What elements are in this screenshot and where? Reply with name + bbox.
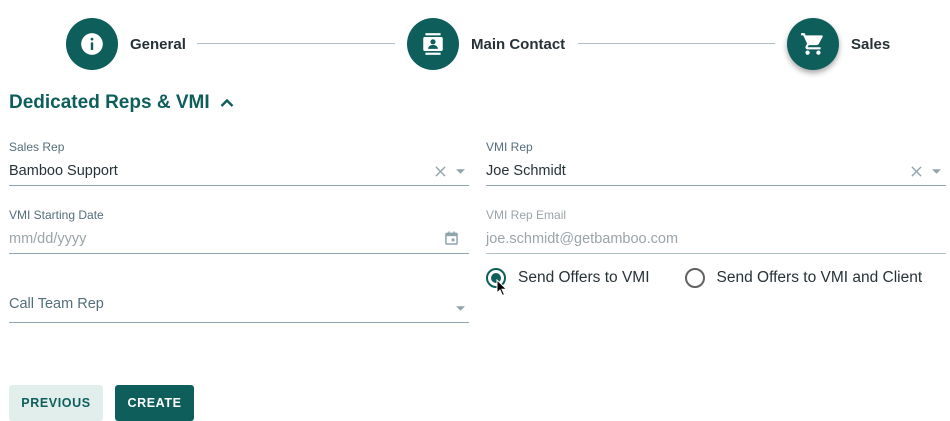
call-team-rep-placeholder: Call Team Rep: [9, 296, 104, 312]
sales-rep-value: Bamboo Support: [9, 163, 118, 179]
radio-unselected-icon[interactable]: [684, 268, 705, 288]
step-sales-label: Sales: [851, 35, 891, 53]
step-general[interactable]: General: [66, 18, 186, 70]
radio-send-offers-vmi[interactable]: Send Offers to VMI: [486, 268, 650, 288]
section-header[interactable]: Dedicated Reps & VMI: [9, 92, 234, 114]
dropdown-arrow-icon[interactable]: [455, 304, 465, 312]
step-main-contact[interactable]: Main Contact: [407, 18, 565, 70]
section-title: Dedicated Reps & VMI: [9, 92, 210, 113]
stepper: General Main Contact Sales: [0, 0, 950, 88]
step-sales-circle: [787, 18, 839, 70]
mouse-cursor-icon: [496, 279, 508, 297]
previous-button[interactable]: PREVIOUS: [9, 385, 103, 421]
call-team-rep-underline: [9, 322, 469, 323]
vmi-rep-email-value: joe.schmidt@getbamboo.com: [486, 231, 679, 247]
vmi-rep-email-underline: [486, 253, 946, 254]
vmi-start-date-label: VMI Starting Date: [9, 208, 104, 222]
info-icon: [81, 33, 103, 55]
step-general-circle: [66, 18, 118, 70]
sales-rep-label: Sales Rep: [9, 140, 65, 154]
radio-send-offers-vmi-label: Send Offers to VMI: [518, 269, 650, 286]
clear-icon[interactable]: [909, 164, 923, 178]
contact-card-icon: [423, 33, 443, 55]
dropdown-arrow-icon[interactable]: [931, 167, 941, 175]
vmi-rep-email-field: VMI Rep Email joe.schmidt@getbamboo.com: [486, 208, 946, 254]
send-offers-radio-group: Send Offers to VMI Send Offers to VMI an…: [486, 268, 922, 288]
vmi-rep-email-label: VMI Rep Email: [486, 208, 567, 222]
step-connector: [197, 43, 395, 44]
vmi-start-date-field[interactable]: VMI Starting Date mm/dd/yyyy: [9, 208, 469, 254]
calendar-icon[interactable]: [444, 231, 458, 245]
chevron-up-icon[interactable]: [220, 98, 234, 108]
vmi-rep-underline: [486, 185, 946, 186]
radio-send-offers-vmi-client-label: Send Offers to VMI and Client: [716, 269, 923, 286]
dropdown-arrow-icon[interactable]: [455, 167, 465, 175]
cart-icon: [801, 33, 823, 55]
step-sales[interactable]: Sales: [787, 18, 890, 70]
call-team-rep-select[interactable]: Call Team Rep: [9, 286, 469, 323]
sales-rep-underline: [9, 185, 469, 186]
vmi-rep-select[interactable]: VMI Rep Joe Schmidt: [486, 140, 946, 186]
vmi-start-date-placeholder[interactable]: mm/dd/yyyy: [9, 231, 469, 247]
step-general-label: General: [130, 35, 186, 53]
step-main-contact-circle: [407, 18, 459, 70]
vmi-start-date-underline: [9, 253, 469, 254]
clear-icon[interactable]: [433, 164, 447, 178]
radio-send-offers-vmi-client[interactable]: Send Offers to VMI and Client: [684, 268, 923, 288]
vmi-rep-label: VMI Rep: [486, 140, 533, 154]
create-button[interactable]: CREATE: [115, 385, 194, 421]
step-main-contact-label: Main Contact: [471, 35, 566, 53]
step-connector: [578, 43, 775, 44]
vmi-rep-value: Joe Schmidt: [486, 163, 566, 179]
sales-rep-select[interactable]: Sales Rep Bamboo Support: [9, 140, 469, 186]
